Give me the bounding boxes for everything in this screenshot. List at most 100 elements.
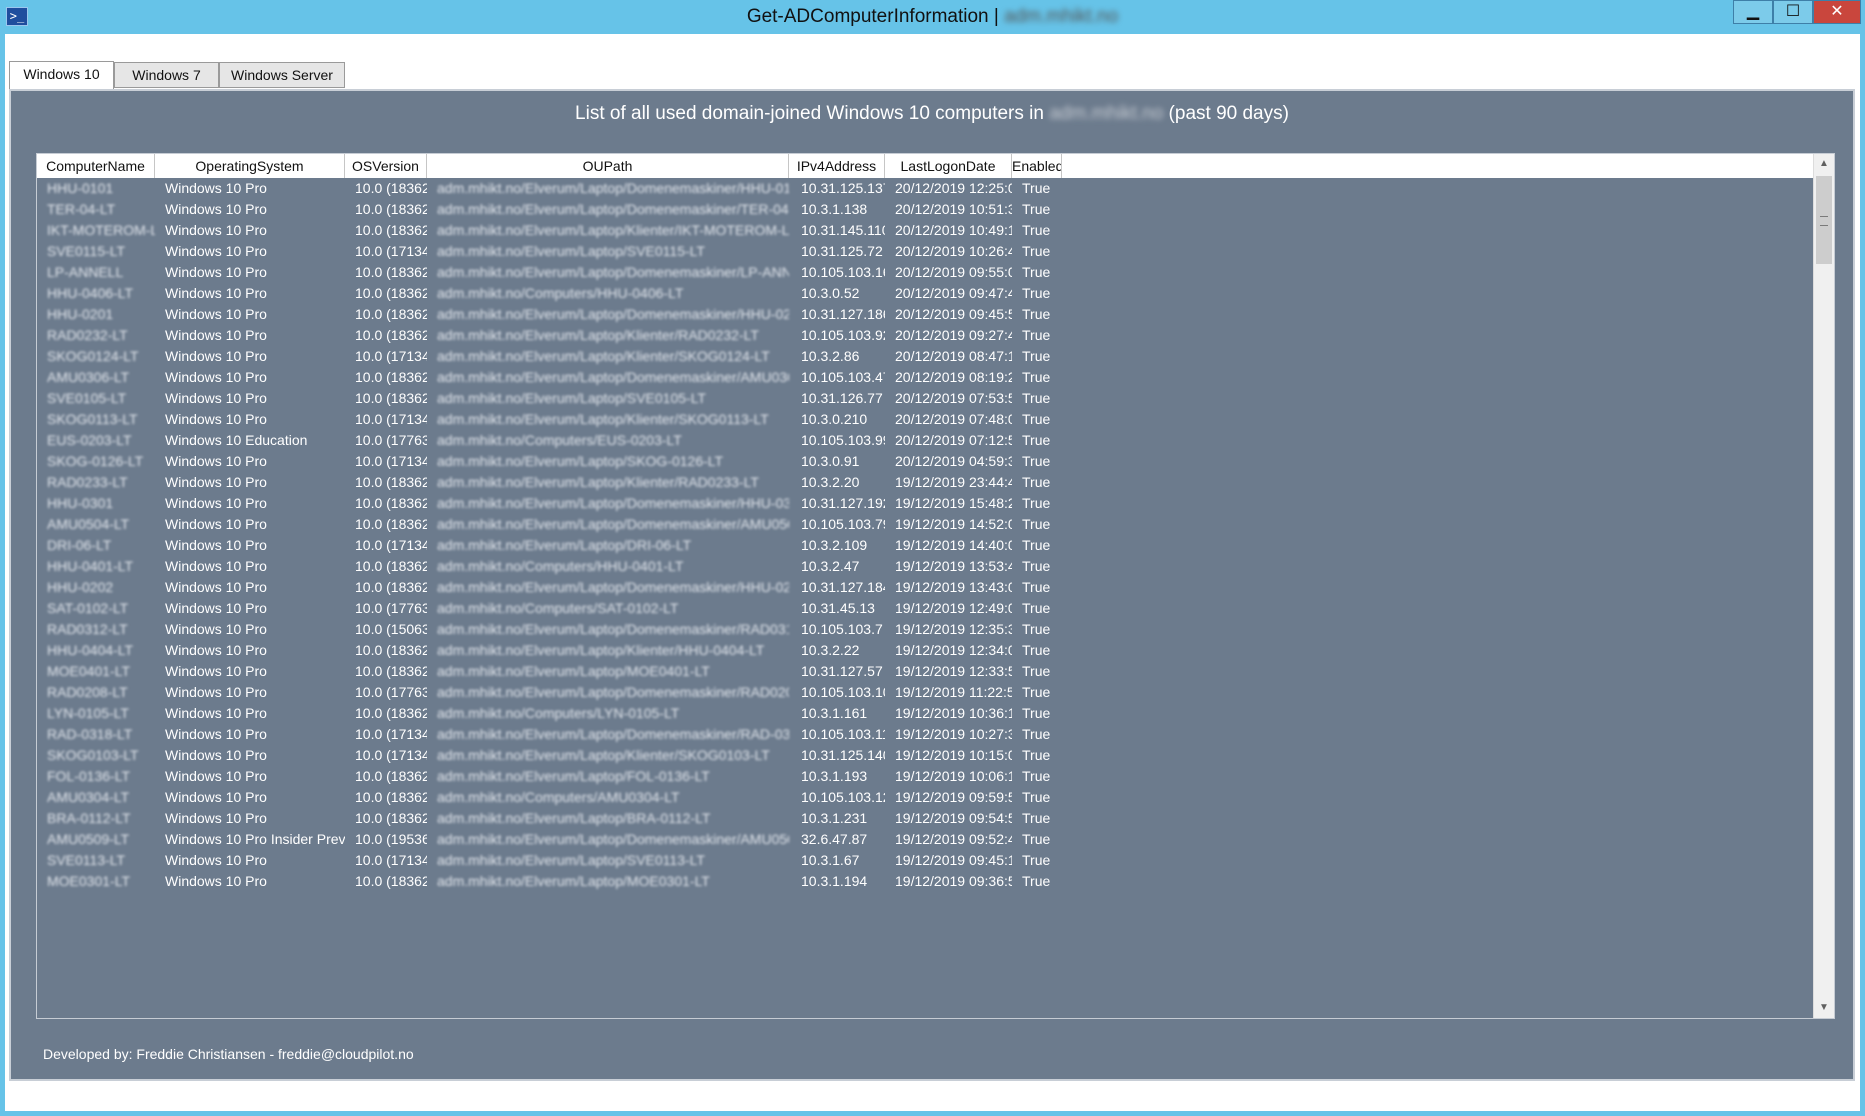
cell-osversion: 10.0 (18362) <box>355 663 427 679</box>
vertical-scrollbar[interactable]: ▲ ▼ <box>1813 154 1834 1018</box>
cell-osversion: 10.0 (17134) <box>355 726 427 742</box>
tab-windows-server[interactable]: Windows Server <box>219 62 345 88</box>
cell-oupath: adm.mhikt.no/Elverum/Laptop/Klienter/IKT… <box>437 222 789 238</box>
cell-computername: SKOG0103-LT <box>47 747 139 763</box>
cell-computername: SKOG-0126-LT <box>47 453 144 469</box>
cell-osversion: 10.0 (17134) <box>355 852 427 868</box>
close-icon: ✕ <box>1830 3 1844 20</box>
cell-enabled: True <box>1022 852 1051 868</box>
cell-computername: AMU0504-LT <box>47 516 130 532</box>
cell-osversion: 10.0 (18362) <box>355 873 427 889</box>
cell-ipv4address: 10.31.126.77 <box>801 390 883 406</box>
cell-computername: HHU-0406-LT <box>47 285 134 301</box>
cell-operatingsystem: Windows 10 Pro <box>165 306 267 322</box>
cell-operatingsystem: Windows 10 Pro <box>165 495 267 511</box>
cell-operatingsystem: Windows 10 Pro <box>165 705 267 721</box>
maximize-button[interactable]: ☐ <box>1773 0 1813 24</box>
column-header-ipv4address[interactable]: IPv4Address <box>789 154 885 178</box>
cell-computername: RAD-0318-LT <box>47 726 133 742</box>
table-row[interactable]: MOE0301-LT Windows 10 Pro 10.0 (18362) adm.… <box>37 871 1814 896</box>
cell-computername: DRI-06-LT <box>47 537 112 553</box>
cell-osversion: 10.0 (18362) <box>355 369 427 385</box>
column-header-computername[interactable]: ComputerName <box>37 154 155 178</box>
cell-ipv4address: 10.105.103.121 <box>801 789 885 805</box>
close-button[interactable]: ✕ <box>1813 0 1861 24</box>
cell-computername: SVE0113-LT <box>47 852 126 868</box>
scroll-down-icon[interactable]: ▼ <box>1814 998 1834 1018</box>
cell-lastlogondate: 20/12/2019 10:26:49 <box>895 243 1012 259</box>
column-header-lastlogondate[interactable]: LastLogonDate <box>885 154 1012 178</box>
cell-osversion: 10.0 (18362) <box>355 327 427 343</box>
cell-oupath: adm.mhikt.no/Elverum/Laptop/Domenemaskin… <box>437 369 789 385</box>
cell-ipv4address: 10.31.145.110 <box>801 222 885 238</box>
cell-lastlogondate: 19/12/2019 11:22:59 <box>895 684 1012 700</box>
cell-lastlogondate: 19/12/2019 10:06:12 <box>895 768 1012 784</box>
cell-osversion: 10.0 (18362) <box>355 558 427 574</box>
cell-oupath: adm.mhikt.no/Computers/HHU-0401-LT <box>437 558 684 574</box>
cell-ipv4address: 10.31.127.186 <box>801 306 885 322</box>
column-header-oupath[interactable]: OUPath <box>427 154 789 178</box>
cell-computername: AMU0306-LT <box>47 369 130 385</box>
window-client: Windows 10 Windows 7 Windows Server List… <box>5 34 1860 1111</box>
tab-windows-10[interactable]: Windows 10 <box>9 61 114 89</box>
footer-credit: Developed by: Freddie Christiansen - fre… <box>43 1046 414 1062</box>
cell-enabled: True <box>1022 390 1051 406</box>
cell-ipv4address: 10.3.2.20 <box>801 474 860 490</box>
cell-operatingsystem: Windows 10 Pro <box>165 747 267 763</box>
cell-osversion: 10.0 (17763) <box>355 684 427 700</box>
cell-ipv4address: 10.105.103.92 <box>801 327 885 343</box>
cell-operatingsystem: Windows 10 Pro <box>165 600 267 616</box>
cell-lastlogondate: 20/12/2019 09:47:46 <box>895 285 1012 301</box>
cell-operatingsystem: Windows 10 Pro <box>165 474 267 490</box>
cell-enabled: True <box>1022 222 1051 238</box>
column-header-operatingsystem[interactable]: OperatingSystem <box>155 154 345 178</box>
cell-oupath: adm.mhikt.no/Elverum/Laptop/Domenemaskin… <box>437 516 789 532</box>
cell-lastlogondate: 20/12/2019 09:55:05 <box>895 264 1012 280</box>
cell-enabled: True <box>1022 600 1051 616</box>
cell-lastlogondate: 19/12/2019 12:35:32 <box>895 621 1012 637</box>
cell-osversion: 10.0 (18362) <box>355 474 427 490</box>
column-header-osversion[interactable]: OSVersion <box>345 154 427 178</box>
cell-enabled: True <box>1022 789 1051 805</box>
cell-enabled: True <box>1022 201 1051 217</box>
cell-enabled: True <box>1022 684 1051 700</box>
cell-lastlogondate: 19/12/2019 10:36:18 <box>895 705 1012 721</box>
window-title-text: Get-ADComputerInformation | <box>746 6 1005 27</box>
scroll-up-icon[interactable]: ▲ <box>1814 154 1834 174</box>
cell-oupath: adm.mhikt.no/Elverum/Laptop/Domenemaskin… <box>437 579 789 595</box>
cell-osversion: 10.0 (18362) <box>355 201 427 217</box>
title-bar[interactable]: >_ Get-ADComputerInformation | adm.mhikt… <box>0 0 1865 34</box>
cell-lastlogondate: 19/12/2019 12:34:01 <box>895 642 1012 658</box>
cell-osversion: 10.0 (17134) <box>355 747 427 763</box>
cell-lastlogondate: 19/12/2019 09:52:46 <box>895 831 1012 847</box>
scroll-thumb[interactable] <box>1816 176 1832 264</box>
column-header-enabled[interactable]: Enabled <box>1012 154 1062 178</box>
computers-grid[interactable]: ComputerName OperatingSystem OSVersion OUPa… <box>36 153 1835 1019</box>
cell-osversion: 10.0 (18362) <box>355 810 427 826</box>
cell-osversion: 10.0 (17134) <box>355 453 427 469</box>
cell-oupath: adm.mhikt.no/Elverum/Laptop/Domenemaskin… <box>437 180 789 196</box>
cell-lastlogondate: 20/12/2019 08:47:17 <box>895 348 1012 364</box>
cell-lastlogondate: 20/12/2019 04:59:38 <box>895 453 1012 469</box>
cell-osversion: 10.0 (18362) <box>355 579 427 595</box>
cell-enabled: True <box>1022 348 1051 364</box>
cell-operatingsystem: Windows 10 Pro <box>165 621 267 637</box>
cell-osversion: 10.0 (17134) <box>355 537 427 553</box>
cell-computername: SKOG0124-LT <box>47 348 139 364</box>
minimize-button[interactable]: ▁ <box>1733 0 1773 24</box>
cell-ipv4address: 10.31.127.184 <box>801 579 885 595</box>
tab-windows-7[interactable]: Windows 7 <box>114 62 219 88</box>
cell-operatingsystem: Windows 10 Pro <box>165 558 267 574</box>
window-title: Get-ADComputerInformation | adm.mhikt.no <box>0 0 1865 34</box>
cell-lastlogondate: 20/12/2019 08:19:27 <box>895 369 1012 385</box>
cell-computername: HHU-0301 <box>47 495 114 511</box>
cell-osversion: 10.0 (18362) <box>355 705 427 721</box>
cell-ipv4address: 10.3.0.210 <box>801 411 868 427</box>
cell-operatingsystem: Windows 10 Education <box>165 432 308 448</box>
cell-oupath: adm.mhikt.no/Computers/LYN-0105-LT <box>437 705 680 721</box>
cell-ipv4address: 10.3.0.91 <box>801 453 860 469</box>
cell-enabled: True <box>1022 285 1051 301</box>
cell-enabled: True <box>1022 243 1051 259</box>
cell-enabled: True <box>1022 327 1051 343</box>
cell-computername: LYN-0105-LT <box>47 705 129 721</box>
